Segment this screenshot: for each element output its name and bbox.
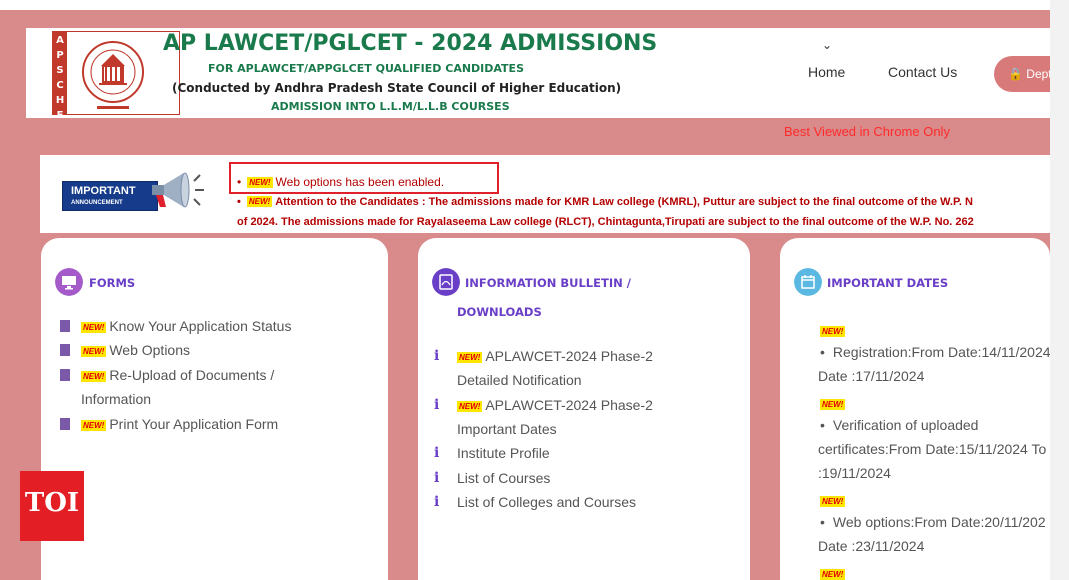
apsche-logo[interactable]: A P S C H E [52,31,180,121]
forms-item-print-form[interactable]: NEW! Print Your Application Form [81,412,278,436]
item-label: Know Your Application Status [109,318,292,334]
bulletin-item-notification-cont[interactable]: Detailed Notification [457,368,582,392]
new-badge: NEW! [820,395,848,413]
megaphone-icon [152,172,204,208]
date-verification-range: certificates:From Date:15/11/2024 To [818,441,1047,457]
new-badge: NEW! [81,322,107,333]
subtitle-conducted-by: (Conducted by Andhra Pradesh State Counc… [172,81,622,95]
logo-letter: E [56,110,64,121]
item-label: APLAWCET-2024 Phase-2 [485,348,653,364]
logo-letter: S [56,65,64,76]
forms-item-reupload-cont[interactable]: Information [81,387,151,411]
info-icon: i [434,348,440,364]
bulletin-item-courses[interactable]: List of Courses [457,466,550,490]
announcement-text: Web options has been enabled. [275,175,445,189]
item-label: Print Your Application Form [109,416,279,432]
new-badge: NEW! [820,565,848,580]
badge-subtitle: ANNOUNCEMENT [71,200,123,206]
new-badge: NEW! [81,346,107,357]
bulletin-title-line1: INFORMATION BULLETIN / [465,276,631,290]
new-badge-text: NEW! [820,399,846,410]
new-badge: NEW! [457,401,483,412]
new-badge: NEW! [247,177,273,188]
bullet: • [237,175,242,189]
subtitle-admission: ADMISSION INTO L.L.M/L.L.B COURSES [271,100,510,113]
badge-title: IMPORTANT [71,185,136,197]
announcement-text: Attention to the Candidates : The admiss… [275,196,973,208]
site-header: A P S C H E AP LAWCET/PGLCET - 2024 ADMI… [26,28,1069,121]
page-title: AP LAWCET/PGLCET - 2024 ADMISSIONS [163,31,658,56]
forms-panel: FORMS NEW! Know Your Application Status N… [41,238,388,580]
toi-watermark-logo: TOI [20,471,84,541]
best-viewed-notice: Best Viewed in Chrome Only [784,124,950,139]
new-badge: NEW! [820,322,848,340]
logo-letter: H [55,95,65,106]
scrollbar-track[interactable] [1050,0,1069,580]
pdf-icon [432,268,460,296]
logo-letter: C [56,80,64,91]
dates-panel: IMPORTANT DATES NEW! • Registration:From … [780,238,1051,580]
monitor-icon [55,268,83,296]
document-icon [60,369,70,381]
announcement-continuation: of 2024. The admissions made for Rayalas… [237,216,974,228]
logo-letter: A [56,35,64,46]
announcement-item[interactable]: • NEW! Web options has been enabled. [237,175,444,189]
forms-item-application-status[interactable]: NEW! Know Your Application Status [81,314,291,338]
nav-contact-link[interactable]: Contact Us [888,64,957,80]
council-seal-icon [82,41,144,109]
forms-title: FORMS [89,276,136,290]
bulletin-item-important-dates[interactable]: NEW! APLAWCET-2024 Phase-2 [457,393,653,417]
new-badge: NEW! [81,420,107,431]
document-icon [60,320,70,332]
date-verification: • Verification of uploaded [820,413,978,437]
important-announcement-badge: IMPORTANT ANNOUNCEMENT [62,181,158,211]
bullet: • [820,514,825,530]
bullet: • [820,344,825,360]
info-icon: i [434,397,440,413]
new-badge-text: NEW! [820,326,846,337]
top-strip [0,0,1050,10]
info-icon: i [434,494,440,510]
forms-item-web-options[interactable]: NEW! Web Options [81,338,190,362]
bulletin-panel: INFORMATION BULLETIN / DOWNLOADS i NEW! A… [418,238,750,580]
item-label: Re-Upload of Documents / [109,367,275,383]
bullet: • [237,196,241,208]
item-label: APLAWCET-2024 Phase-2 [485,397,653,413]
new-badge: NEW! [820,492,848,510]
logo-letter: P [56,50,64,61]
info-icon: i [434,470,440,486]
date-text: Verification of uploaded [832,417,979,433]
new-badge: NEW! [457,352,483,363]
announcement-item[interactable]: • NEW! Attention to the Candidates : The a… [237,196,973,208]
new-badge: NEW! [81,371,107,382]
date-web-options: • Web options:From Date:20/11/202 [820,510,1046,534]
bulletin-item-institute-profile[interactable]: Institute Profile [457,441,550,465]
bulletin-item-colleges[interactable]: List of Colleges and Courses [457,490,636,514]
forms-item-reupload[interactable]: NEW! Re-Upload of Documents / [81,363,274,387]
date-text: Web options:From Date:20/11/202 [832,514,1046,530]
date-registration-end: Date :17/11/2024 [818,368,925,384]
item-label: Web Options [109,342,190,358]
chevron-down-icon[interactable]: ⌄ [822,38,832,52]
nav-home-link[interactable]: Home [808,64,845,80]
new-badge-text: NEW! [820,569,846,580]
date-verification-end: :19/11/2024 [818,465,891,481]
new-badge: NEW! [246,196,273,207]
date-registration: • Registration:From Date:14/11/2024 [820,340,1051,364]
date-web-options-end: Date :23/11/2024 [818,538,925,554]
bulletin-title-line2: DOWNLOADS [457,305,542,319]
document-icon [60,418,70,430]
bulletin-item-notification[interactable]: NEW! APLAWCET-2024 Phase-2 [457,344,653,368]
subtitle-qualified: FOR APLAWCET/APPGLCET QUALIFIED CANDIDAT… [208,62,524,75]
bulletin-item-important-dates-cont[interactable]: Important Dates [457,417,557,441]
calendar-icon [794,268,822,296]
announcement-bar: IMPORTANT ANNOUNCEMENT • NEW! Web options … [40,155,1050,233]
dates-title: IMPORTANT DATES [827,276,949,290]
document-icon [60,344,70,356]
new-badge-text: NEW! [820,496,846,507]
logo-letter-strip: A P S C H E [53,32,67,121]
date-text: Registration:From Date:14/11/2024 [832,344,1051,360]
info-icon: i [434,445,440,461]
bullet: • [820,417,825,433]
